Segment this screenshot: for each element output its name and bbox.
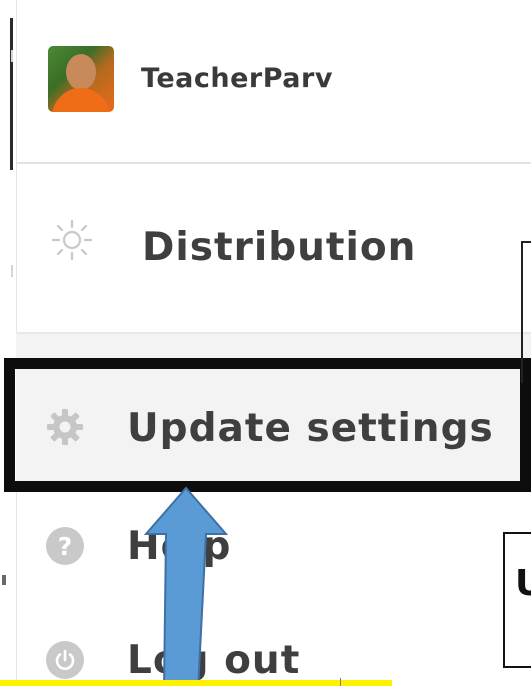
arrow-up-icon [143,486,229,686]
band-mark [340,678,341,686]
annotation-band [0,678,392,686]
